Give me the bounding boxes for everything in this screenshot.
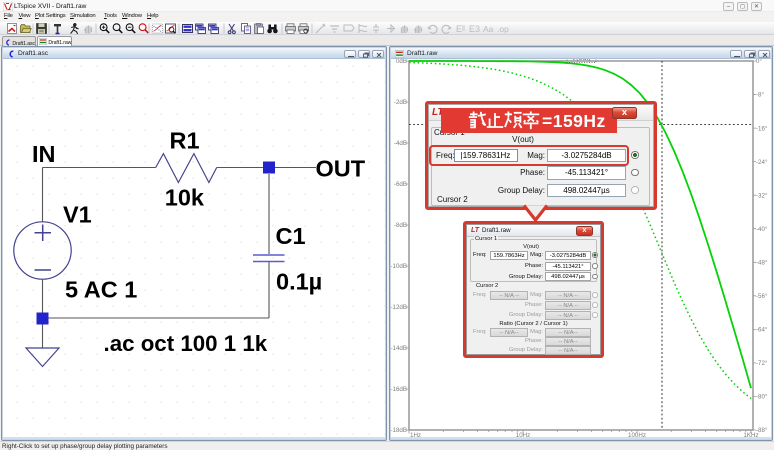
svg-text:-4dB: -4dB [394,140,407,147]
svg-text:-2dB: -2dB [394,99,407,106]
svg-text:-16°: -16° [756,125,768,132]
svg-text:IN: IN [32,141,56,167]
svg-text:E: E [456,24,462,34]
svg-text:V(out): V(out) [571,59,590,62]
svg-text:1Hz: 1Hz [410,432,421,437]
svg-text:.ac oct 100 1 1k: .ac oct 100 1 1k [104,331,268,356]
svg-text:.op: .op [497,24,509,34]
svg-text:3: 3 [475,24,480,34]
svg-text:-16dB: -16dB [391,386,407,393]
svg-text:5 AC 1: 5 AC 1 [65,276,137,302]
svg-text:-32°: -32° [756,192,768,199]
svg-text:0°: 0° [756,59,762,65]
svg-text:Aa: Aa [483,24,494,34]
svg-text:-72°: -72° [756,360,768,367]
svg-text:0dB: 0dB [396,59,407,65]
svg-text:-56°: -56° [756,293,768,300]
svg-text:0.1µ: 0.1µ [276,268,322,294]
svg-text:R1: R1 [170,127,200,153]
svg-text:-40°: -40° [756,226,768,233]
svg-text:-8°: -8° [756,92,765,99]
svg-text:-18dB: -18dB [391,427,407,434]
svg-text:-10dB: -10dB [391,263,407,270]
svg-text:-12dB: -12dB [391,304,407,311]
svg-text:-48°: -48° [756,260,768,267]
svg-text:-24°: -24° [756,159,768,166]
svg-text:-64°: -64° [756,327,768,334]
svg-text:-6dB: -6dB [394,181,407,188]
svg-text:100Hz: 100Hz [628,432,646,437]
svg-text:1KHz: 1KHz [743,432,758,437]
svg-text:C1: C1 [276,223,306,249]
svg-text:-80°: -80° [756,394,768,401]
svg-text:=159Hz: =159Hz [542,111,606,131]
svg-text:OUT: OUT [316,156,366,182]
svg-text:10k: 10k [165,184,205,210]
svg-text:-8dB: -8dB [394,222,407,229]
svg-text:-14dB: -14dB [391,345,407,352]
svg-text:V1: V1 [63,201,92,227]
svg-text:10Hz: 10Hz [516,432,530,437]
